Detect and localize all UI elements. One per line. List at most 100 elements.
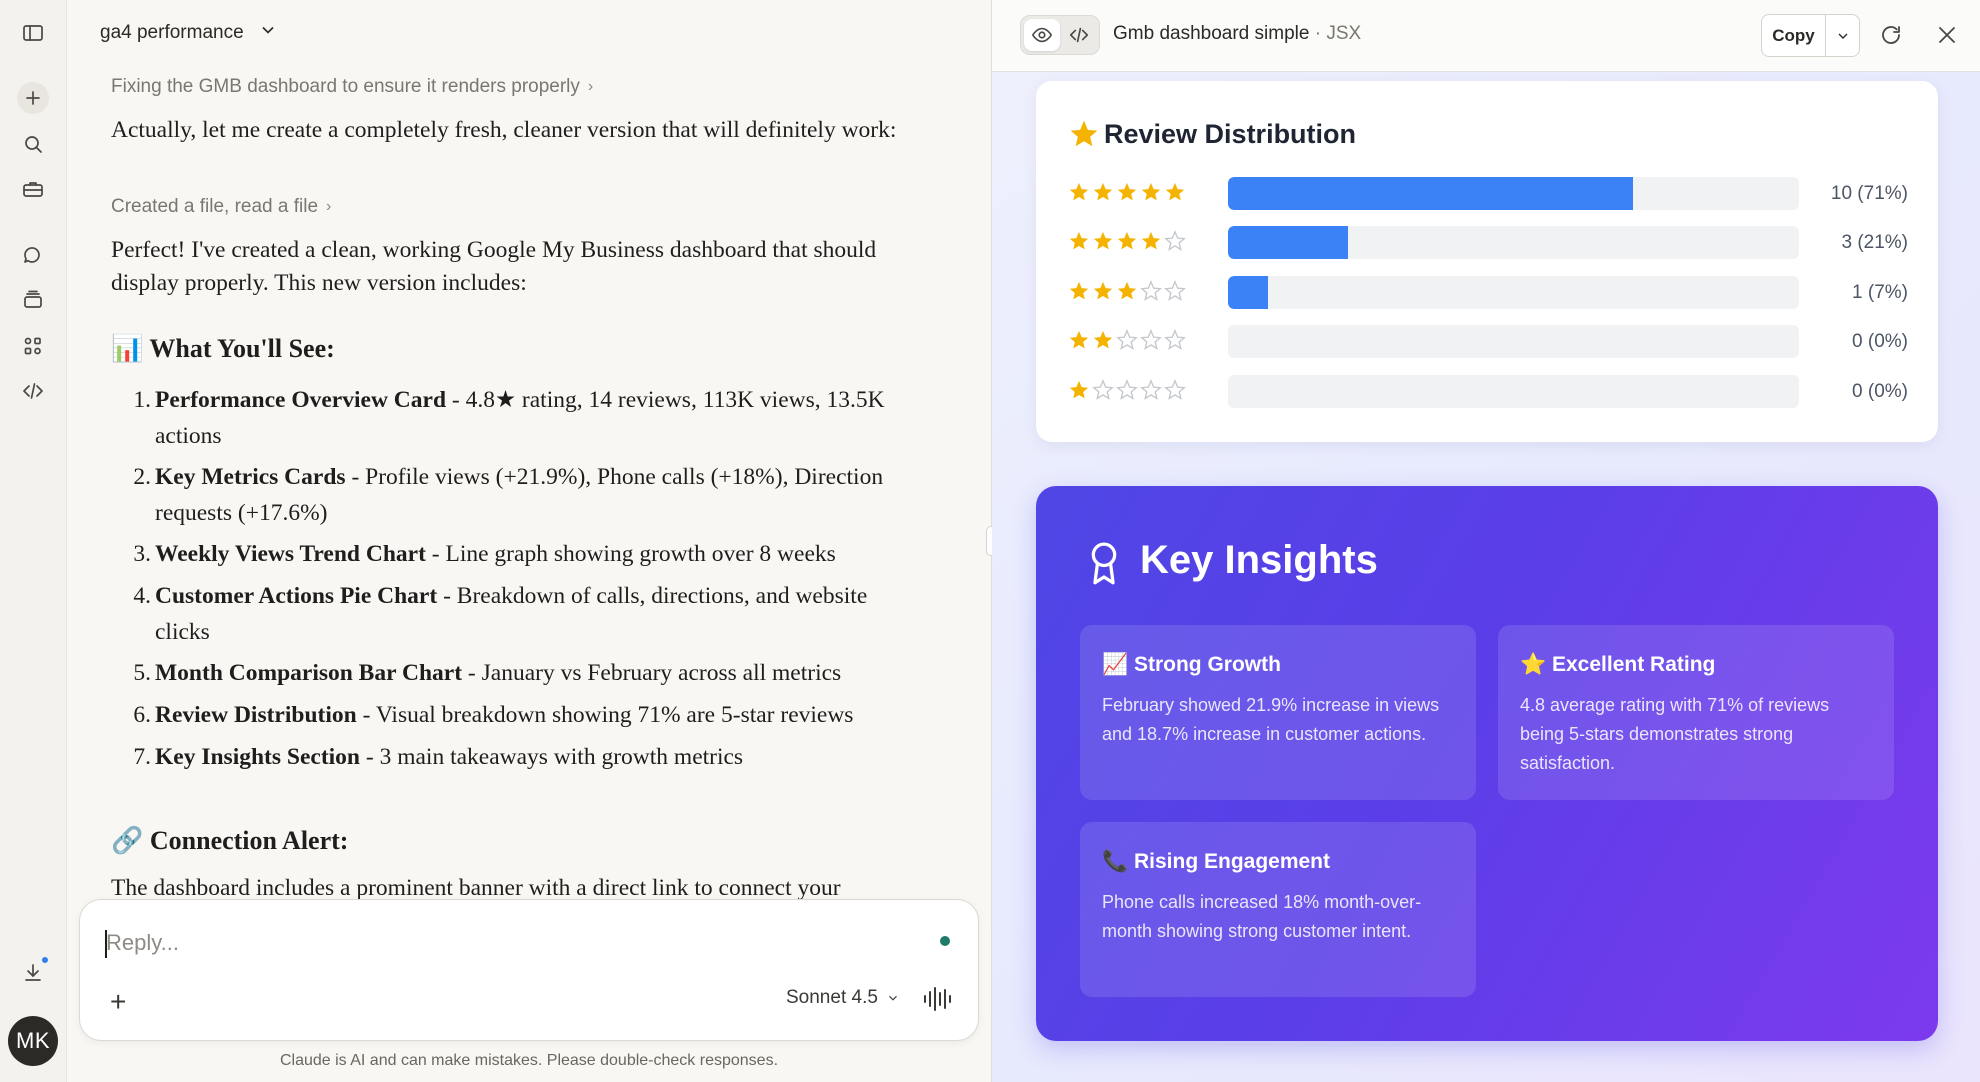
conversation-title-dropdown[interactable]: ga4 performance [100, 18, 278, 48]
star-rating [1068, 329, 1186, 351]
rating-row: 10 (71%) [1068, 177, 1908, 211]
tool-step-summary[interactable]: Fixing the GMB dashboard to ensure it re… [111, 76, 593, 98]
artifact-name: Gmb dashboard simple [1113, 23, 1310, 44]
message-area[interactable]: Fixing the GMB dashboard to ensure it re… [67, 70, 991, 900]
star-empty-icon [1116, 329, 1138, 350]
eye-icon [1032, 27, 1052, 43]
rating-count: 0 (0%) [1852, 331, 1908, 352]
star-icon [1070, 120, 1098, 147]
tool-step-summary[interactable]: Created a file, read a file › [111, 196, 331, 218]
star-rating [1068, 230, 1186, 252]
star-filled-icon [1093, 231, 1113, 250]
star-filled-icon [1069, 281, 1089, 300]
star-empty-icon [1092, 379, 1114, 400]
key-insights-card: Key Insights 📈 Strong Growth February sh… [1036, 486, 1938, 1041]
chevron-down-icon [1838, 33, 1848, 39]
review-distribution-card: Review Distribution 10 (71%) 3 (21%) 1 (… [1036, 81, 1938, 442]
copy-options-button[interactable] [1826, 15, 1860, 56]
sidebar-toggle-icon[interactable] [17, 17, 49, 49]
chevron-down-icon [258, 20, 278, 46]
insight-card: ⭐ Excellent Rating 4.8 average rating wi… [1498, 625, 1894, 800]
view-mode-toggle [1020, 15, 1100, 55]
star-empty-icon [1140, 329, 1162, 350]
star-filled-icon [1165, 182, 1185, 201]
star-filled-icon [1069, 330, 1089, 349]
projects-icon[interactable] [17, 284, 49, 316]
list-number: 3. [133, 541, 151, 567]
close-icon[interactable] [1933, 21, 1961, 49]
preview-tab[interactable] [1024, 19, 1060, 51]
artifact-title: Gmb dashboard simple · JSX [1113, 23, 1361, 45]
code-icon[interactable] [17, 375, 49, 407]
list-number: 4. [133, 583, 151, 609]
new-chat-icon[interactable] [17, 82, 49, 114]
star-rating [1068, 379, 1186, 401]
list-number: 6. [133, 702, 151, 728]
star-empty-icon [1140, 379, 1162, 400]
artifact-type: · JSX [1309, 23, 1362, 44]
reply-input[interactable]: Reply... [106, 930, 179, 956]
chevron-right-icon: › [326, 198, 332, 215]
rating-bar-track [1228, 325, 1799, 358]
artifacts-icon[interactable] [17, 330, 49, 362]
copy-button[interactable]: Copy [1762, 15, 1826, 56]
star-filled-icon [1069, 182, 1089, 201]
copy-button-group: Copy [1761, 14, 1860, 57]
voice-mode-icon[interactable] [922, 986, 952, 1017]
rating-bar-fill [1228, 177, 1634, 210]
insight-card: 📈 Strong Growth February showed 21.9% in… [1080, 625, 1476, 800]
search-icon[interactable] [17, 128, 49, 160]
star-filled-icon [1093, 182, 1113, 201]
rating-bar-fill [1228, 276, 1268, 309]
chat-panel: ga4 performance Fixing the GMB dashboard… [67, 0, 991, 1082]
insight-text: February showed 21.9% increase in views … [1102, 695, 1440, 744]
list-item-title: Weekly Views Trend Chart [155, 541, 426, 567]
artifact-panel: Gmb dashboard simple · JSX Copy Review D… [992, 0, 1980, 1082]
star-filled-icon [1117, 281, 1137, 300]
insight-card: 📞 Rising Engagement Phone calls increase… [1080, 822, 1476, 997]
disclaimer-text: Claude is AI and can make mistakes. Plea… [279, 1052, 779, 1069]
insight-title: 📈 Strong Growth [1102, 653, 1281, 676]
star-empty-icon [1164, 230, 1186, 251]
code-tab[interactable] [1061, 19, 1097, 51]
add-attachment-button[interactable]: + [110, 988, 126, 1016]
left-rail: MK [0, 0, 67, 1082]
rating-count: 0 (0%) [1852, 381, 1908, 402]
status-dot [940, 936, 950, 946]
star-empty-icon [1164, 379, 1186, 400]
chevron-down-icon [889, 995, 897, 1001]
rating-row: 0 (0%) [1068, 375, 1908, 409]
chats-icon[interactable] [17, 239, 49, 271]
rating-count: 10 (71%) [1830, 183, 1908, 204]
list-item-title: Month Comparison Bar Chart [155, 660, 463, 686]
insight-title: ⭐ Excellent Rating [1520, 653, 1716, 676]
tool-step-label: Created a file, read a file [111, 196, 319, 217]
star-filled-icon [1141, 231, 1161, 250]
rating-row: 0 (0%) [1068, 325, 1908, 359]
list-item-title: Key Metrics Cards [155, 464, 346, 490]
message-paragraph: Perfect! I've created a clean, working G… [111, 237, 877, 296]
model-selector[interactable]: Sonnet 4.5 [786, 987, 900, 1009]
star-filled-icon [1093, 330, 1113, 349]
briefcase-icon[interactable] [17, 173, 49, 205]
section-heading: 📊 What You'll See: [111, 334, 335, 363]
star-filled-icon [1117, 231, 1137, 250]
code-icon [1069, 27, 1089, 43]
rating-row: 1 (7%) [1068, 276, 1908, 310]
list-number: 5. [133, 660, 151, 686]
insight-text: 4.8 average rating with 71% of reviews b… [1520, 695, 1830, 773]
list-number: 7. [133, 744, 151, 770]
section-heading: 🔗 Connection Alert: [111, 826, 349, 855]
refresh-icon[interactable] [1877, 21, 1905, 49]
list-item-text: - Line graph showing growth over 8 weeks [425, 541, 836, 567]
rating-row: 3 (21%) [1068, 226, 1908, 260]
artifact-header: Gmb dashboard simple · JSX Copy [992, 0, 1980, 72]
list-item-title: Key Insights Section [155, 744, 360, 770]
avatar[interactable]: MK [8, 1016, 58, 1066]
rating-bar-track [1228, 276, 1799, 309]
star-empty-icon [1164, 280, 1186, 301]
model-label: Sonnet 4.5 [786, 987, 878, 1008]
message-paragraph: The dashboard includes a prominent banne… [111, 875, 841, 900]
card-title: Review Distribution [1104, 119, 1357, 149]
insight-title: 📞 Rising Engagement [1102, 850, 1331, 873]
